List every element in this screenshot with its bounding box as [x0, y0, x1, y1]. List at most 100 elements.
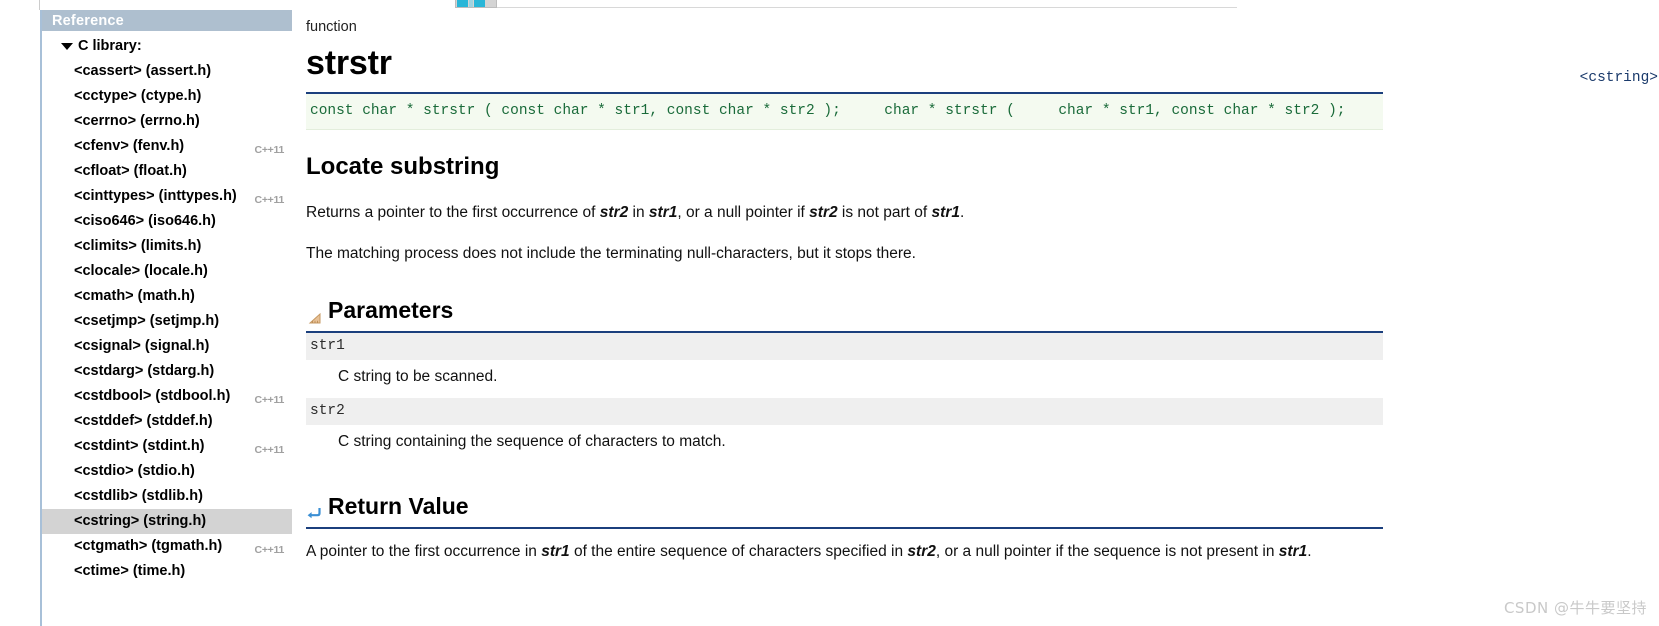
sidebar-item-label: <cctype> (ctype.h): [74, 88, 202, 104]
text-run: of the entire sequence of characters spe…: [569, 543, 908, 560]
parameters-heading: Parameters: [306, 296, 1659, 324]
page-title: strstr: [306, 44, 392, 82]
toolbar-icon-2[interactable]: [469, 0, 473, 7]
sidebar-item-label: <csignal> (signal.h): [74, 338, 210, 354]
sidebar-item-label: <cerrno> (errno.h): [74, 113, 200, 129]
sidebar-item[interactable]: <cfloat> (float.h): [42, 159, 292, 184]
return-value-rule: [306, 527, 1383, 529]
sidebar-item[interactable]: <cstdio> (stdio.h): [42, 459, 292, 484]
page-left-margin: [0, 0, 40, 626]
text-run: .: [959, 204, 965, 221]
toolbar-icon-3[interactable]: [474, 0, 485, 7]
description-paragraph-2: The matching process does not include th…: [306, 245, 916, 262]
watermark: CSDN @牛牛要坚持: [1503, 599, 1647, 617]
entity-kind-label: function: [306, 19, 357, 35]
parameters-heading-label: Parameters: [328, 297, 454, 323]
text-run: is not part of: [837, 204, 932, 221]
sidebar-item-label: <cstdlib> (stdlib.h): [74, 488, 203, 504]
sidebar-item[interactable]: <ctgmath> (tgmath.h) C++11: [42, 534, 292, 559]
description-paragraph-1: Returns a pointer to the first occurrenc…: [306, 202, 1396, 223]
article-content: function strstr <cstring> const char * s…: [292, 10, 1659, 626]
param-emphasis: str2: [599, 204, 629, 221]
sidebar-item[interactable]: <cstdarg> (stdarg.h): [42, 359, 292, 384]
param-emphasis: str1: [648, 204, 678, 221]
sidebar-item-list: <cassert> (assert.h) <cctype> (ctype.h) <c…: [42, 59, 292, 584]
top-chrome-strip: [0, 0, 1659, 10]
sidebar-item[interactable]: <ctime> (time.h): [42, 559, 292, 584]
sidebar-item-label: <csetjmp> (setjmp.h): [74, 313, 220, 329]
sidebar-tree-root-label: C library:: [78, 38, 142, 54]
sidebar-item-label: <cinttypes> (inttypes.h): [74, 188, 237, 204]
parameter-name: str1: [306, 333, 1383, 360]
sidebar-item-label: <clocale> (locale.h): [74, 263, 208, 279]
return-value-text: A pointer to the first occurrence in str…: [306, 540, 1376, 563]
sidebar-item[interactable]: <cassert> (assert.h): [42, 59, 292, 84]
sidebar-item-label: <cassert> (assert.h): [74, 63, 212, 79]
param-emphasis: str1: [931, 204, 960, 221]
sidebar-item-label: <cstdbool> (stdbool.h): [74, 388, 231, 404]
sidebar-item[interactable]: <csignal> (signal.h): [42, 334, 292, 359]
cxx11-badge: C++11: [254, 144, 285, 156]
ruler-triangle-icon: [306, 303, 322, 324]
sidebar-item-label: <cstdio> (stdio.h): [74, 463, 195, 479]
return-value-heading-label: Return Value: [328, 493, 469, 519]
param-emphasis: str2: [809, 204, 838, 221]
parameter-description: C string to be scanned.: [338, 368, 498, 385]
text-run: Returns a pointer to the first occurrenc…: [306, 204, 600, 221]
sidebar-item[interactable]: <cfenv> (fenv.h) C++11: [42, 134, 292, 159]
sidebar-item[interactable]: <cmath> (math.h): [42, 284, 292, 309]
text-run: , or a null pointer if the sequence is n…: [935, 543, 1279, 560]
cxx11-badge: C++11: [254, 544, 285, 556]
sidebar-item[interactable]: <climits> (limits.h): [42, 234, 292, 259]
sidebar-item-label: <ctgmath> (tgmath.h): [74, 538, 223, 554]
sidebar-item-label: <cfenv> (fenv.h): [74, 138, 185, 154]
sidebar-item[interactable]: <ciso646> (iso646.h): [42, 209, 292, 234]
sidebar-item[interactable]: <cctype> (ctype.h): [42, 84, 292, 109]
sidebar-item[interactable]: <cstdint> (stdint.h) C++11: [42, 434, 292, 459]
sidebar-item-label: <cstring> (string.h): [74, 513, 207, 529]
caret-down-icon[interactable]: [61, 43, 73, 50]
text-run: .: [1307, 543, 1312, 560]
text-run: , or a null pointer if: [677, 204, 810, 221]
sidebar-item[interactable]: <cinttypes> (inttypes.h) C++11: [42, 184, 292, 209]
title-row: strstr <cstring>: [306, 40, 1659, 92]
param-emphasis: str1: [541, 543, 570, 560]
param-emphasis: str1: [1278, 543, 1308, 560]
sidebar-item-label: <ctime> (time.h): [74, 563, 186, 579]
parameter-name: str2: [306, 398, 1383, 425]
sidebar-item[interactable]: <cerrno> (errno.h): [42, 109, 292, 134]
sidebar-title: Reference: [42, 10, 292, 31]
return-value-heading: Return Value: [306, 492, 1659, 520]
sidebar-item-label: <cstdint> (stdint.h): [74, 438, 205, 454]
sidebar-item[interactable]: <cstdbool> (stdbool.h) C++11: [42, 384, 292, 409]
page-root: Reference C library: <cassert> (assert.h…: [0, 0, 1659, 626]
function-prototype: const char * strstr ( const char * str1,…: [306, 94, 1383, 130]
toolbar-icon-1[interactable]: [457, 0, 468, 7]
parameter-list: str1 C string to be scanned. str2 C string …: [306, 333, 1659, 460]
parameter-description: C string containing the sequence of char…: [338, 433, 726, 450]
sidebar-item-label: <ciso646> (iso646.h): [74, 213, 216, 229]
cxx11-badge: C++11: [254, 444, 285, 456]
sidebar-tree-root[interactable]: C library:: [42, 34, 292, 59]
cxx11-badge: C++11: [254, 394, 285, 406]
sidebar-item[interactable]: <cstring> (string.h): [42, 509, 292, 534]
return-arrow-icon: [306, 499, 322, 519]
sidebar-tree: C library: <cassert> (assert.h) <cctype> …: [42, 31, 292, 584]
sidebar-item-label: <cstddef> (stddef.h): [74, 413, 213, 429]
horizontal-divider: [497, 7, 1237, 8]
toolbar-icon-group[interactable]: [455, 0, 497, 8]
text-run: A pointer to the first occurrence in: [306, 543, 542, 560]
sidebar-item[interactable]: <csetjmp> (setjmp.h): [42, 309, 292, 334]
sidebar-item[interactable]: <cstdlib> (stdlib.h): [42, 484, 292, 509]
sidebar-item-label: <cfloat> (float.h): [74, 163, 187, 179]
sidebar-item-label: <climits> (limits.h): [74, 238, 202, 254]
brief-description: Locate substring: [306, 153, 500, 180]
reference-sidebar: Reference C library: <cassert> (assert.h…: [40, 10, 292, 626]
margin-edge-line: [39, 0, 40, 10]
sidebar-item-label: <cmath> (math.h): [74, 288, 195, 304]
text-run: in: [628, 204, 649, 221]
sidebar-item-label: <cstdarg> (stdarg.h): [74, 363, 215, 379]
header-file-label: <cstring>: [1579, 70, 1658, 86]
sidebar-item[interactable]: <clocale> (locale.h): [42, 259, 292, 284]
sidebar-item[interactable]: <cstddef> (stddef.h): [42, 409, 292, 434]
